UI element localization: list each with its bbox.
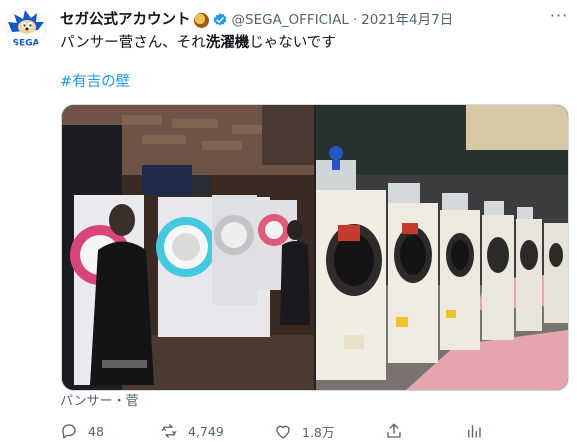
photo-laundromat[interactable] <box>316 105 568 390</box>
analytics-button[interactable] <box>465 422 493 440</box>
reply-icon <box>62 424 76 439</box>
tweet-text-part-1: パンサー菅さん、それ <box>60 35 206 51</box>
media-caption[interactable]: パンサー・菅 <box>60 393 139 411</box>
avatar-logo-text: SEGA <box>13 39 40 49</box>
retweet-count: 4,749 <box>188 423 224 439</box>
photo-arcade[interactable] <box>62 105 314 390</box>
tweet-media[interactable] <box>61 104 569 391</box>
tweet-actions: 48 4,749 1.8万 <box>60 422 560 442</box>
heart-icon <box>276 425 290 439</box>
retweet-icon <box>161 424 177 438</box>
more-options-button[interactable]: ··· <box>548 8 570 28</box>
tweet-date[interactable]: 2021年4月7日 <box>361 10 453 30</box>
tweet-header: セガ公式アカウント @SEGA_OFFICIAL · 2021年4月7日 <box>60 10 453 30</box>
separator-dot: · <box>352 12 358 28</box>
reply-button[interactable]: 48 <box>60 422 104 440</box>
sonic-avatar-icon: SEGA <box>6 8 46 48</box>
hashtag-link[interactable]: #有吉の壁 <box>60 72 130 92</box>
handle[interactable]: @SEGA_OFFICIAL <box>232 10 349 30</box>
like-count: 1.8万 <box>302 425 335 440</box>
share-icon <box>387 423 401 438</box>
verified-badge-icon <box>213 13 226 26</box>
tweet-text: パンサー菅さん、それ洗濯機じゃないです <box>60 33 336 53</box>
like-button[interactable]: 1.8万 <box>274 422 334 441</box>
tweet-text-part-2: じゃないです <box>249 35 336 51</box>
share-button[interactable] <box>385 422 413 440</box>
tweet: SEGA セガ公式アカウント @SEGA_OFFICIAL · 2021年4月7… <box>0 0 577 442</box>
avatar[interactable]: SEGA <box>6 8 46 48</box>
analytics-icon <box>468 425 481 438</box>
tweet-text-bold: 洗濯機 <box>205 35 250 51</box>
display-name[interactable]: セガ公式アカウント <box>60 10 191 30</box>
reply-count: 48 <box>88 423 104 439</box>
affiliate-badge-icon <box>193 12 209 28</box>
retweet-button[interactable]: 4,749 <box>160 422 224 440</box>
